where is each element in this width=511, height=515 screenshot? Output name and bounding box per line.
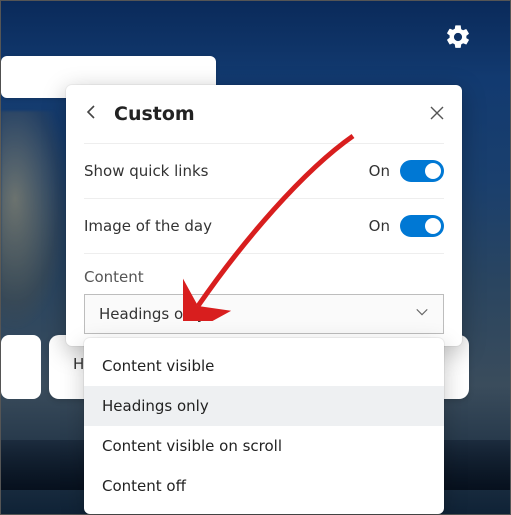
quick-links-label: Show quick links [84,162,208,180]
chevron-left-icon [84,104,100,120]
content-select[interactable]: Headings only [84,294,444,334]
row-quick-links: Show quick links On [84,143,444,198]
news-card-fragment [1,335,41,399]
image-of-day-toggle[interactable] [400,215,444,237]
panel-title: Custom [114,103,418,125]
new-tab-page: Ho Custom Show quick links On Image of t… [0,0,511,515]
option-content-off[interactable]: Content off [84,466,444,506]
option-content-visible[interactable]: Content visible [84,346,444,386]
option-content-visible-on-scroll[interactable]: Content visible on scroll [84,426,444,466]
content-section-label: Content [84,253,444,294]
image-of-day-state: On [369,217,390,235]
background-image [1,111,71,331]
back-button[interactable] [84,104,102,124]
toggle-knob [425,163,441,179]
content-dropdown: Headings only Content visible Headings o… [84,294,444,334]
row-image-of-day: Image of the day On [84,198,444,253]
chevron-down-icon [415,305,429,323]
option-headings-only[interactable]: Headings only [84,386,444,426]
page-layout-panel: Custom Show quick links On Image of the … [66,85,462,346]
quick-links-state: On [369,162,390,180]
close-button[interactable] [430,105,444,124]
quick-links-toggle[interactable] [400,160,444,182]
close-icon [430,106,444,120]
gear-icon [444,23,472,51]
content-select-value: Headings only [99,305,206,323]
toggle-knob [425,218,441,234]
content-options-list: Content visible Headings only Content vi… [84,338,444,514]
image-of-day-label: Image of the day [84,217,212,235]
page-settings-button[interactable] [444,23,472,51]
